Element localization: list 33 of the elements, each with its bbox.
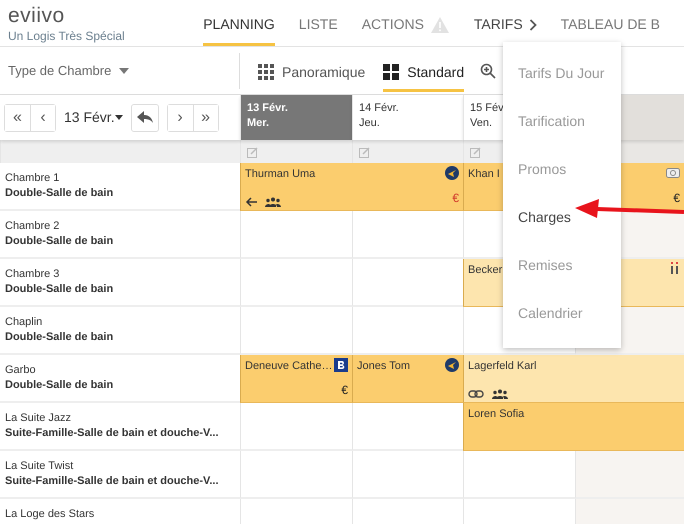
payment-status: € xyxy=(341,382,348,399)
guest-name: Thurman Uma xyxy=(245,167,316,182)
room-name: La Loge des Stars xyxy=(5,507,96,522)
payment-status: € xyxy=(452,190,459,207)
guest-name: Loren Sofia xyxy=(468,407,524,422)
room-name: La Suite Twist xyxy=(5,459,74,474)
day-weekday: Mer. xyxy=(247,116,270,131)
room-type: Double-Salle de bain xyxy=(5,234,114,249)
property-name: Un Logis Très Spécial xyxy=(8,28,126,45)
payment-status: € xyxy=(673,190,680,207)
day-weekday: Jeu. xyxy=(359,116,380,131)
guest-name: Khan I xyxy=(468,167,500,182)
room-type: Double-Salle de bain xyxy=(5,186,114,201)
guest-name: Deneuve Cathe… xyxy=(245,359,332,374)
day-weekday: Ven. xyxy=(470,116,492,131)
room-type: Double-Salle de bain xyxy=(5,330,114,345)
day-date: 15 Fév xyxy=(470,101,504,116)
room-type: Suite-Famille-Salle de bain et douche-V... xyxy=(5,426,220,441)
room-name: La Suite Jazz xyxy=(5,411,72,426)
room-type: Suite-Famille-Salle de bain et douche-V... xyxy=(5,474,220,489)
guest-name: Becker xyxy=(468,263,502,278)
day-date: 13 Févr. xyxy=(247,101,288,116)
room-name: Chambre 2 xyxy=(5,219,60,234)
room-type: Double-Salle de bain xyxy=(5,378,114,393)
guest-name: Lagerfeld Karl xyxy=(468,359,536,374)
room-name: Garbo xyxy=(5,363,37,378)
room-type: Double-Salle de bain xyxy=(5,282,114,297)
guest-name: Jones Tom xyxy=(357,359,410,374)
brand-logo: eviivo xyxy=(8,5,66,27)
day-date: 14 Févr. xyxy=(359,101,399,116)
room-name: Chambre 1 xyxy=(5,171,60,186)
room-name: Chaplin xyxy=(5,315,44,330)
room-name: Chambre 3 xyxy=(5,267,60,282)
